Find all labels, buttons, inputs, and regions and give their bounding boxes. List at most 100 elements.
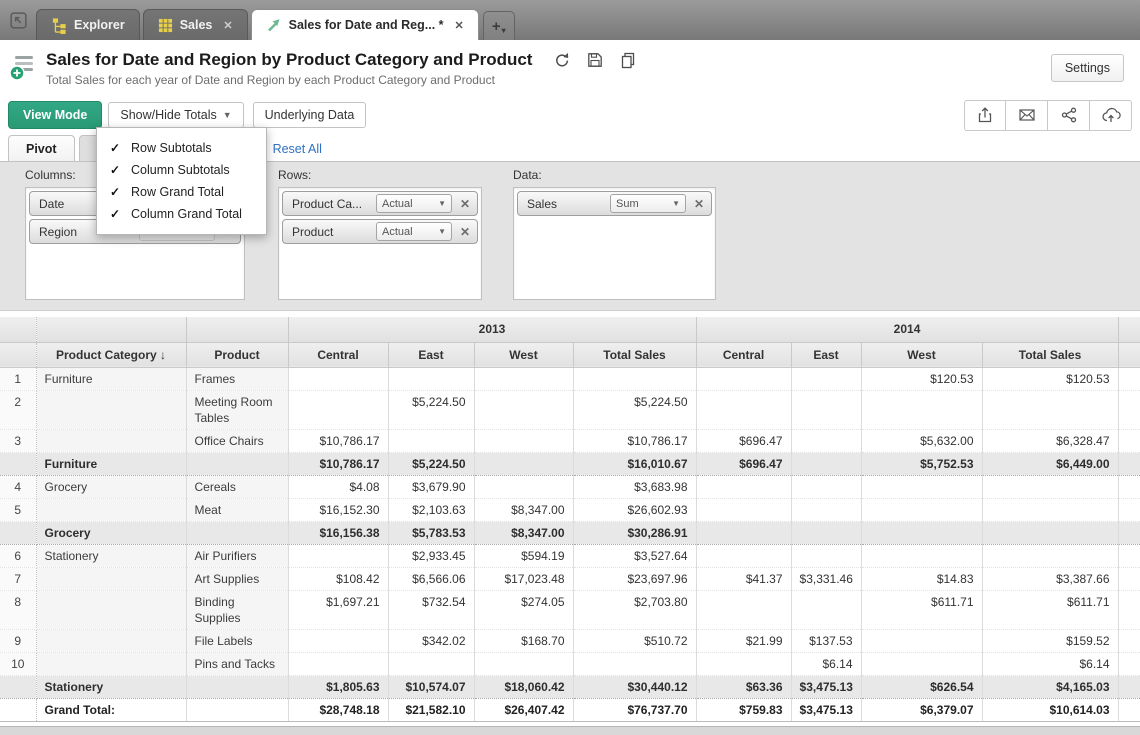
category-cell (36, 590, 186, 629)
value-cell: $120.53 (861, 367, 982, 390)
page-header: Sales for Date and Region by Product Cat… (0, 40, 1140, 95)
product-cell (186, 675, 288, 698)
value-cell: $6,379.07 (861, 698, 982, 721)
refresh-icon[interactable] (552, 50, 572, 70)
column-header-2014-east[interactable]: East (791, 342, 861, 367)
new-tab-button[interactable]: + ▾ (483, 11, 515, 40)
product-cell: Frames (186, 367, 288, 390)
year-header-row: 20132014 (0, 317, 1140, 342)
tab-label: Explorer (74, 18, 125, 32)
field-chip-product-ca[interactable]: Product Ca...Actual▼✕ (282, 191, 478, 216)
menu-item-column-subtotals[interactable]: ✓Column Subtotals (97, 159, 266, 181)
title-block: Sales for Date and Region by Product Cat… (46, 50, 1051, 95)
remove-field-icon[interactable]: ✕ (691, 197, 707, 211)
value-cell: $10,614.03 (982, 698, 1118, 721)
menu-item-row-grand-total[interactable]: ✓Row Grand Total (97, 181, 266, 203)
column-header-product-category[interactable]: Product Category ↓ (36, 342, 186, 367)
value-cell (696, 521, 791, 544)
close-icon[interactable]: ✕ (223, 19, 232, 32)
value-cell: $510.72 (573, 629, 696, 652)
table-row: 8Binding Supplies$1,697.21$732.54$274.05… (0, 590, 1140, 629)
copy-icon[interactable] (618, 50, 638, 70)
aggregation-select[interactable]: Sum▼ (610, 194, 686, 213)
row-number-cell (0, 675, 36, 698)
field-drop-zone[interactable]: Product Ca...Actual▼✕ProductActual▼✕ (278, 187, 482, 300)
tab-sales-for-date-and-reg[interactable]: Sales for Date and Reg... *✕ (251, 9, 479, 40)
category-cell (36, 652, 186, 675)
value-cell (474, 429, 573, 452)
year-header-2014[interactable]: 2014 (696, 317, 1118, 342)
value-cell: $696.47 (696, 429, 791, 452)
reset-all-link[interactable]: Reset All (273, 142, 322, 156)
menu-item-row-subtotals[interactable]: ✓Row Subtotals (97, 137, 266, 159)
value-cell: $63.36 (696, 675, 791, 698)
aggregation-select[interactable]: Actual▼ (376, 222, 452, 241)
chevron-down-icon: ▼ (438, 227, 446, 236)
value-cell: $120.53 (982, 367, 1118, 390)
column-header-2013-east[interactable]: East (388, 342, 474, 367)
value-cell (696, 390, 791, 429)
share-button[interactable] (1048, 100, 1090, 131)
value-cell: $16,152.30 (288, 498, 388, 521)
cloud-upload-button[interactable] (1090, 100, 1132, 131)
popout-icon[interactable] (6, 8, 30, 32)
table-row: 2Meeting Room Tables$5,224.50$5,224.50 (0, 390, 1140, 429)
underlying-data-button[interactable]: Underlying Data (253, 102, 367, 128)
page-subtitle: Total Sales for each year of Date and Re… (46, 73, 1051, 87)
settings-button[interactable]: Settings (1051, 54, 1124, 82)
save-icon[interactable] (585, 50, 605, 70)
remove-field-icon[interactable]: ✕ (457, 197, 473, 211)
category-cell: Furniture (36, 452, 186, 475)
overflow-cell (1118, 698, 1140, 721)
value-cell: $3,679.90 (388, 475, 474, 498)
chevron-down-icon: ▼ (223, 110, 232, 120)
value-cell (288, 652, 388, 675)
show-hide-totals-button[interactable]: Show/Hide Totals ▼ (108, 102, 243, 128)
row-number-cell: 8 (0, 590, 36, 629)
category-cell (36, 629, 186, 652)
table-row: 7Art Supplies$108.42$6,566.06$17,023.48$… (0, 567, 1140, 590)
field-drop-zone[interactable]: SalesSum▼✕ (513, 187, 716, 300)
year-header-2013[interactable]: 2013 (288, 317, 696, 342)
subtotal-row: Furniture$10,786.17$5,224.50$16,010.67$6… (0, 452, 1140, 475)
tab-sales[interactable]: Sales✕ (143, 9, 248, 40)
column-header-product[interactable]: Product (186, 342, 288, 367)
product-cell: Air Purifiers (186, 544, 288, 567)
menu-item-column-grand-total[interactable]: ✓Column Grand Total (97, 203, 266, 225)
field-chip-product[interactable]: ProductActual▼✕ (282, 219, 478, 244)
value-cell: $21,582.10 (388, 698, 474, 721)
underlying-data-label: Underlying Data (265, 108, 355, 122)
remove-field-icon[interactable]: ✕ (457, 225, 473, 239)
field-chip-sales[interactable]: SalesSum▼✕ (517, 191, 712, 216)
horizontal-scrollbar[interactable] (0, 726, 1140, 735)
table-row: 3Office Chairs$10,786.17$10,786.17$696.4… (0, 429, 1140, 452)
column-header-2013-central[interactable]: Central (288, 342, 388, 367)
column-header-2014-west[interactable]: West (861, 342, 982, 367)
close-icon[interactable]: ✕ (455, 19, 464, 32)
pivot-table-body: 1 Furniture Frames $120.53$120.532Meeting R… (0, 367, 1140, 721)
value-cell: $611.71 (982, 590, 1118, 629)
value-cell: $342.02 (388, 629, 474, 652)
column-header-2013-total-sales[interactable]: Total Sales (573, 342, 696, 367)
aggregation-select[interactable]: Actual▼ (376, 194, 452, 213)
field-group-label: Rows: (278, 168, 482, 182)
view-mode-button[interactable]: View Mode (8, 101, 102, 129)
column-header-2013-west[interactable]: West (474, 342, 573, 367)
column-header-2014-central[interactable]: Central (696, 342, 791, 367)
plus-icon: + (492, 19, 501, 34)
row-number-cell: 7 (0, 567, 36, 590)
export-button[interactable] (964, 100, 1006, 131)
value-cell (791, 590, 861, 629)
value-cell (474, 390, 573, 429)
category-cell: Stationery (36, 544, 186, 567)
column-header-2014-total-sales[interactable]: Total Sales (982, 342, 1118, 367)
tab-pivot[interactable]: Pivot (8, 135, 75, 161)
subtotal-row: Grocery$16,156.38$5,783.53$8,347.00$30,2… (0, 521, 1140, 544)
value-cell: $30,440.12 (573, 675, 696, 698)
row-number-cell: 1 (0, 367, 36, 390)
email-button[interactable] (1006, 100, 1048, 131)
tab-explorer[interactable]: Explorer (36, 9, 140, 40)
value-cell: $21.99 (696, 629, 791, 652)
pivot-table-container: 20132014Product Category ↓ProductCentral… (0, 317, 1140, 722)
show-hide-totals-label: Show/Hide Totals (120, 108, 216, 122)
